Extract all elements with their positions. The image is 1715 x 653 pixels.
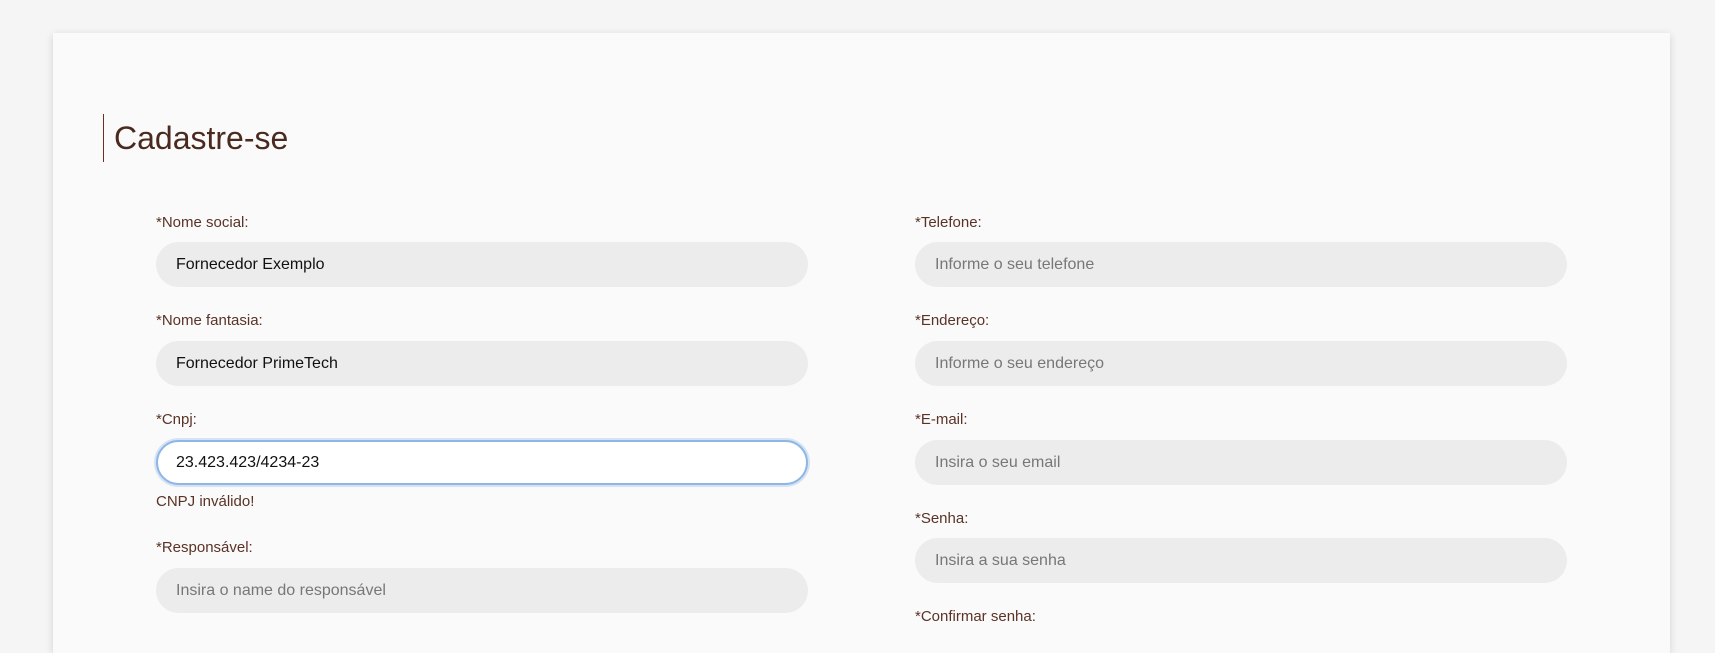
nome-social-input[interactable] [156,242,808,287]
endereco-input[interactable] [915,341,1567,386]
nome-social-label: *Nome social: [156,214,249,231]
email-label: *E-mail: [915,411,968,428]
responsavel-label: *Responsável: [156,539,253,556]
telefone-label: *Telefone: [915,214,982,231]
cnpj-input[interactable] [156,440,808,485]
confirmar-senha-label: *Confirmar senha: [915,608,1036,625]
cnpj-label: *Cnpj: [156,411,197,428]
responsavel-input[interactable] [156,568,808,613]
nome-fantasia-label: *Nome fantasia: [156,312,263,329]
senha-input[interactable] [915,538,1567,583]
telefone-input[interactable] [915,242,1567,287]
email-input[interactable] [915,440,1567,485]
page-title: Cadastre-se [103,114,288,162]
endereco-label: *Endereço: [915,312,990,329]
nome-fantasia-input[interactable] [156,341,808,386]
senha-label: *Senha: [915,510,969,527]
cnpj-error-message: CNPJ inválido! [156,493,255,510]
